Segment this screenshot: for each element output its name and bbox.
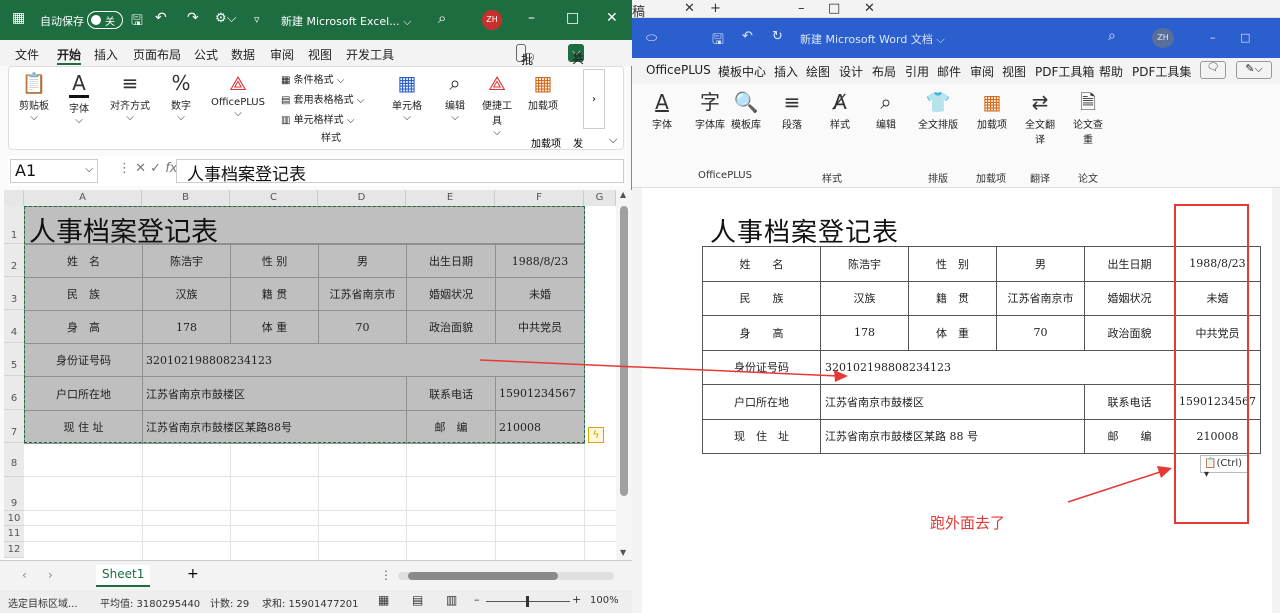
annotation-arrows bbox=[479, 359, 1172, 503]
arrow-copy-line bbox=[479, 359, 839, 377]
arrow-overflow-line bbox=[1067, 471, 1161, 503]
arrow-overflow-head bbox=[1157, 466, 1172, 478]
arrow-copy-head bbox=[834, 370, 848, 382]
